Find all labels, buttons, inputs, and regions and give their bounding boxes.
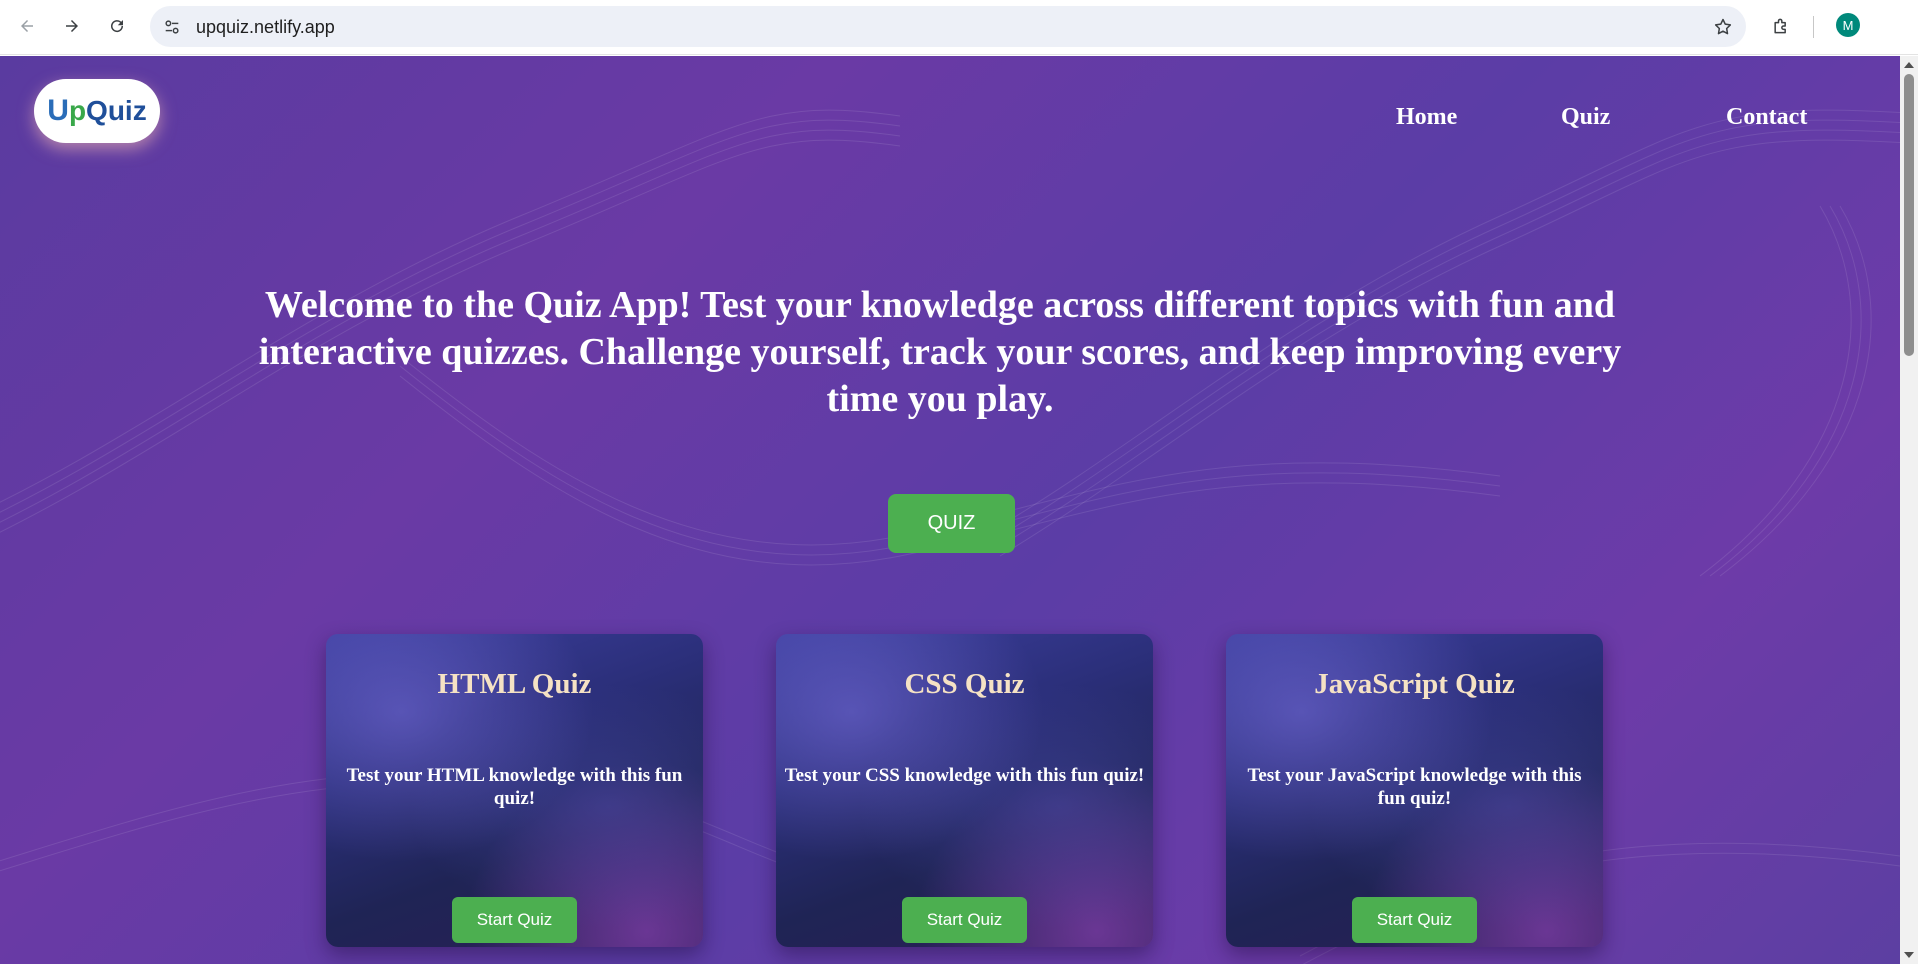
logo-word-quiz: Quiz [86,95,147,126]
back-arrow-icon [21,20,33,32]
page-viewport: Up Quiz Home Quiz Contact Welcome to the … [0,56,1900,964]
start-javascript-quiz-button[interactable]: Start Quiz [1352,897,1477,943]
start-css-quiz-button[interactable]: Start Quiz [902,897,1027,943]
hero-quiz-button[interactable]: QUIZ [888,494,1015,553]
start-html-quiz-button[interactable]: Start Quiz [452,897,577,943]
card-title: CSS Quiz [904,668,1025,700]
card-title: JavaScript Quiz [1314,668,1515,700]
address-bar[interactable]: upquiz.netlify.app [150,6,1746,47]
profile-avatar[interactable]: M [1836,13,1860,37]
toolbar-divider [1813,16,1814,38]
site-logo[interactable]: Up Quiz [34,79,160,143]
logo-letter-p: p [68,95,87,126]
url-text[interactable]: upquiz.netlify.app [196,17,335,38]
nav-contact-link[interactable]: Contact [1726,104,1807,131]
quiz-card-html: HTML Quiz Test your HTML knowledge with … [326,634,703,947]
quiz-card-javascript: JavaScript Quiz Test your JavaScript kno… [1226,634,1603,947]
forward-arrow-icon [66,20,78,32]
card-description: Test your HTML knowledge with this fun q… [346,765,683,809]
nav-home-link[interactable]: Home [1396,104,1457,131]
card-description: Test your JavaScript knowledge with this… [1247,765,1582,809]
back-button[interactable] [12,11,42,41]
hero-heading: Welcome to the Quiz App! Test your knowl… [258,284,1622,420]
forward-button[interactable] [57,11,87,41]
scrollbar-thumb[interactable] [1904,74,1914,356]
reload-icon [111,20,124,33]
vertical-scrollbar[interactable] [1900,56,1918,964]
puzzle-icon[interactable] [1766,11,1796,41]
reload-button[interactable] [102,11,132,41]
star-icon[interactable] [1712,16,1734,38]
logo-letter-u: U [47,94,69,127]
tune-icon[interactable] [162,17,182,37]
nav-quiz-link[interactable]: Quiz [1561,104,1610,131]
scroll-down-arrow-icon[interactable] [1904,952,1914,958]
scroll-up-arrow-icon[interactable] [1904,62,1914,68]
quiz-card-css: CSS Quiz Test your CSS knowledge with th… [776,634,1153,947]
card-title: HTML Quiz [437,668,592,700]
browser-toolbar: upquiz.netlify.app M [0,0,1918,55]
card-description: Test your CSS knowledge with this fun qu… [784,765,1145,786]
